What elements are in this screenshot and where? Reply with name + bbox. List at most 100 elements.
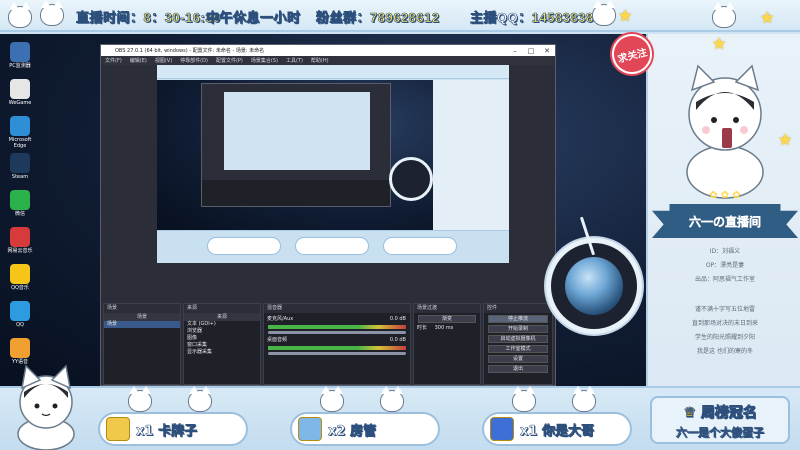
transition-dock-title: 场景过渡 bbox=[414, 304, 480, 313]
gift-label: x2 房管 bbox=[328, 423, 376, 439]
gift-card: x1 卡牌子 bbox=[98, 412, 248, 446]
side-info-line: 学生的阳光照耀到夕阳 bbox=[694, 334, 755, 341]
control-button[interactable]: 开始录制 bbox=[488, 325, 548, 333]
desktop-icon[interactable]: WeGame bbox=[5, 79, 35, 106]
menu-item[interactable]: 帮助(H) bbox=[311, 57, 329, 64]
transition-duration-label: 时长 bbox=[417, 325, 428, 331]
cat-deco-icon bbox=[712, 2, 736, 28]
desktop-icon[interactable]: Steam bbox=[5, 153, 35, 180]
window-controls: – □ ✕ bbox=[507, 46, 555, 56]
desktop-icon[interactable]: 微信 bbox=[5, 190, 35, 217]
scenes-dock: 场景 场景 场景 bbox=[103, 303, 181, 385]
menu-item[interactable]: 场景集合(S) bbox=[251, 57, 278, 64]
source-item[interactable]: 图像 bbox=[184, 335, 260, 342]
transition-dock: 场景过渡 渐变 时长 300 ms bbox=[413, 303, 481, 385]
gift-icon bbox=[106, 417, 130, 441]
minimize-icon[interactable]: – bbox=[507, 46, 523, 56]
cat-deco-icon bbox=[188, 386, 212, 412]
gift-icon bbox=[298, 417, 322, 441]
mixer-channel-header: 桌面音频 0.0 dB bbox=[264, 337, 410, 344]
cat-deco-icon bbox=[592, 0, 616, 26]
obs-title: OBS 27.0.1 (64 bit, windows) - 配置文件: 未命名… bbox=[115, 48, 265, 54]
control-button[interactable]: 设置 bbox=[488, 355, 548, 363]
obs-titlebar[interactable]: OBS 27.0.1 (64 bit, windows) - 配置文件: 未命名… bbox=[101, 45, 555, 56]
menu-item[interactable]: 文件(F) bbox=[105, 57, 122, 64]
transition-duration-input[interactable]: 300 ms bbox=[435, 325, 454, 331]
menu-item[interactable]: 视图(V) bbox=[155, 57, 172, 64]
menu-item[interactable]: 工具(T) bbox=[286, 57, 303, 64]
preview-side-panel bbox=[433, 80, 509, 230]
star-icon: ★ bbox=[712, 34, 727, 53]
transition-duration-row: 时长 300 ms bbox=[414, 325, 480, 332]
fan-group-value: 789628612 bbox=[370, 10, 440, 26]
live-time: 直播时间：8：30-16:30 bbox=[76, 7, 221, 26]
fan-group: 粉丝群：789628612 bbox=[316, 7, 440, 26]
close-icon[interactable]: ✕ bbox=[539, 46, 555, 56]
source-item[interactable]: 窗口采集 bbox=[184, 342, 260, 349]
side-info-line: ID：刘福义 bbox=[709, 248, 741, 255]
control-button[interactable]: 工作室模式 bbox=[488, 345, 548, 353]
desktop-icon[interactable]: 网易云音乐 bbox=[5, 227, 35, 254]
menu-item[interactable]: 停靠部件(D) bbox=[180, 57, 208, 64]
gift-card: x1 你是大哥 bbox=[482, 412, 632, 446]
source-item[interactable]: 浏览器 bbox=[184, 328, 260, 335]
weekly-rank-box: ♛ 周榜冠名 六一是个大傻蛋子 bbox=[650, 396, 790, 444]
app-icon bbox=[10, 227, 30, 247]
volume-meter bbox=[268, 346, 406, 350]
transition-type-select[interactable]: 渐变 bbox=[418, 315, 476, 323]
gift-card: x2 房管 bbox=[290, 412, 440, 446]
obs-dock-area: 场景 场景 场景 来源 来源 文本 (GDI+) 浏览器 图像 窗口采集 显示器采集 混… bbox=[101, 303, 555, 385]
mixer-channel-header: 麦克风/Aux 0.0 dB bbox=[264, 316, 410, 323]
desktop-icon[interactable]: QQ音乐 bbox=[5, 264, 35, 291]
sources-dock: 来源 来源 文本 (GDI+) 浏览器 图像 窗口采集 显示器采集 bbox=[183, 303, 261, 385]
desktop-icon[interactable]: YY语音 bbox=[5, 338, 35, 365]
title-ribbon: 六一の直播间 bbox=[652, 204, 798, 238]
control-list: 停止推流开始录制启动虚拟摄像机 工作室模式设置退出 bbox=[484, 315, 552, 373]
mixer-channel-level: 0.0 dB bbox=[389, 337, 406, 343]
controls-dock: 控件 停止推流 开始录制 启动虚拟摄像机 工作室模式 设置 退出 bbox=[483, 303, 553, 385]
cat-deco-icon bbox=[128, 386, 152, 412]
maximize-icon[interactable]: □ bbox=[523, 46, 539, 56]
menu-item[interactable]: 配置文件(P) bbox=[216, 57, 243, 64]
cat-deco-icon bbox=[572, 386, 596, 412]
control-button[interactable]: 退出 bbox=[488, 365, 548, 373]
scene-list: 场景 bbox=[104, 321, 180, 328]
obs-menubar: 文件(F) 编辑(E) 视图(V) 停靠部件(D) 配置文件(P) 场景集合(S) 工具(T… bbox=[101, 56, 555, 65]
live-time-label: 直播时间： bbox=[76, 10, 144, 26]
preview-disc bbox=[389, 157, 433, 201]
desktop-icon[interactable]: QQ bbox=[5, 301, 35, 328]
mixer-channel-level: 0.0 dB bbox=[389, 316, 406, 322]
rank-title: ♛ 周榜冠名 bbox=[652, 402, 788, 422]
mixer-list: 麦克风/Aux 0.0 dB 桌面音频 0.0 dB bbox=[264, 316, 410, 355]
source-item[interactable]: 文本 (GDI+) bbox=[184, 321, 260, 328]
obs-preview[interactable] bbox=[157, 65, 509, 263]
app-icon bbox=[10, 153, 30, 173]
sources-header: 来源 bbox=[184, 313, 260, 321]
cat-deco-icon bbox=[512, 386, 536, 412]
mixer-channel-name: 桌面音频 bbox=[267, 337, 288, 343]
desktop-icon[interactable]: Microsoft Edge bbox=[5, 116, 35, 149]
desktop-icon-label: 网易云音乐 bbox=[7, 248, 33, 254]
obs-window[interactable]: OBS 27.0.1 (64 bit, windows) - 配置文件: 未命名… bbox=[100, 44, 556, 386]
scene-item[interactable]: 场景 bbox=[104, 321, 180, 328]
gift-icon bbox=[490, 417, 514, 441]
volume-meter bbox=[268, 325, 406, 329]
app-icon bbox=[10, 301, 30, 321]
scenes-dock-title: 场景 bbox=[104, 304, 180, 313]
source-item[interactable]: 显示器采集 bbox=[184, 349, 260, 356]
control-button[interactable]: 停止推流 bbox=[488, 315, 548, 323]
control-button[interactable]: 启动虚拟摄像机 bbox=[488, 335, 548, 343]
desktop-icon-label: WeGame bbox=[8, 100, 32, 106]
top-banner: 直播时间：8：30-16:30 中午休息一小时 粉丝群：789628612 主播… bbox=[0, 0, 800, 32]
mixer-dock-title: 混音器 bbox=[264, 304, 410, 313]
cat-mascot-icon bbox=[17, 364, 75, 450]
side-flower-row: ✿ ✿ ✿ bbox=[709, 190, 741, 201]
volume-slider[interactable] bbox=[268, 331, 406, 334]
app-icon bbox=[10, 79, 30, 99]
volume-slider[interactable] bbox=[268, 352, 406, 355]
desktop-icon[interactable]: PC监测器 bbox=[5, 42, 35, 69]
gift-label: x1 你是大哥 bbox=[520, 423, 594, 439]
app-icon bbox=[10, 264, 30, 284]
host-qq-label: 主播QQ： bbox=[470, 10, 532, 26]
menu-item[interactable]: 编辑(E) bbox=[130, 57, 147, 64]
